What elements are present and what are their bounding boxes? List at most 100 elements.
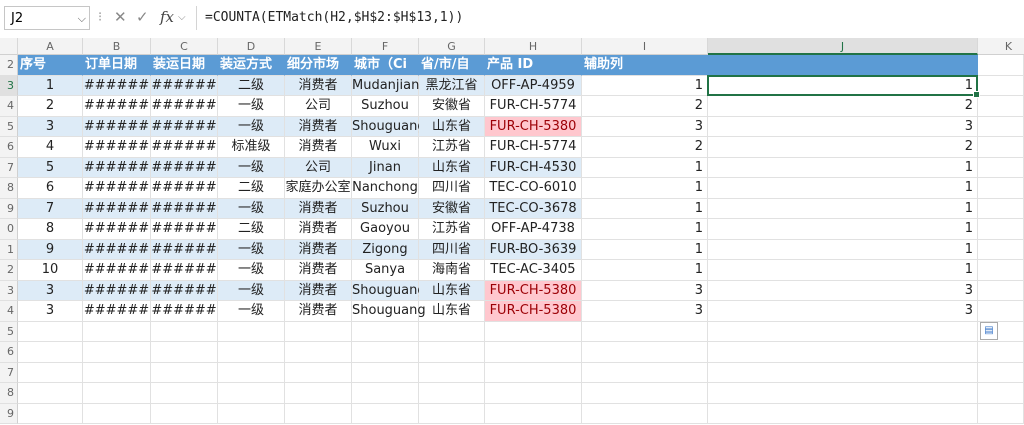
table-cell[interactable]: ###### (151, 198, 218, 219)
row-header[interactable]: 5 (0, 321, 18, 342)
cell[interactable] (218, 383, 285, 404)
table-cell[interactable]: 1 (582, 178, 708, 199)
table-cell[interactable]: 1 (708, 75, 978, 96)
cell[interactable] (978, 137, 1024, 158)
cell[interactable] (978, 96, 1024, 117)
table-cell[interactable]: ###### (151, 260, 218, 281)
cell[interactable] (582, 403, 708, 424)
cell[interactable] (218, 342, 285, 363)
table-cell[interactable]: ###### (83, 116, 151, 137)
table-cell[interactable]: 3 (18, 280, 83, 301)
cell[interactable] (352, 362, 419, 383)
table-cell[interactable]: Shouguang (352, 280, 426, 301)
cell[interactable] (978, 301, 1024, 322)
cell[interactable] (708, 383, 978, 404)
cell[interactable] (151, 342, 218, 363)
table-cell[interactable]: 1 (582, 239, 708, 260)
column-header-i[interactable]: I (582, 38, 708, 55)
table-cell[interactable]: 8 (18, 219, 83, 240)
row-header[interactable]: 6 (0, 342, 18, 363)
cell[interactable] (485, 362, 582, 383)
cell[interactable] (978, 342, 1024, 363)
table-cell[interactable]: 公司 (285, 96, 352, 117)
cell[interactable] (582, 321, 708, 342)
table-cell[interactable]: 1 (708, 157, 978, 178)
table-cell[interactable]: 一级 (218, 157, 285, 178)
table-cell[interactable]: 3 (708, 280, 978, 301)
table-cell[interactable]: ###### (83, 137, 151, 158)
cell[interactable] (352, 403, 419, 424)
table-cell[interactable]: FUR-CH-5774 (485, 96, 582, 117)
row-header[interactable]: 1 (0, 239, 18, 260)
cell[interactable] (352, 342, 419, 363)
table-cell[interactable]: 1 (708, 219, 978, 240)
table-cell[interactable]: 家庭办公室 (285, 178, 352, 199)
insert-function-icon[interactable]: fx (160, 8, 174, 26)
table-cell[interactable]: 黑龙江省 (419, 75, 485, 96)
table-cell[interactable]: ###### (151, 280, 218, 301)
table-cell[interactable]: ###### (83, 75, 151, 96)
table-cell[interactable]: ###### (151, 116, 218, 137)
table-cell[interactable]: ###### (83, 301, 151, 322)
header-cell[interactable]: 装运方式 (218, 55, 285, 76)
table-cell[interactable]: 安徽省 (419, 198, 485, 219)
header-cell[interactable] (708, 55, 978, 76)
row-header[interactable]: 9 (0, 403, 18, 424)
cell[interactable] (708, 321, 978, 342)
cell[interactable] (978, 178, 1024, 199)
cell[interactable] (708, 362, 978, 383)
table-cell[interactable]: OFF-AP-4738 (485, 219, 582, 240)
row-header[interactable]: 7 (0, 157, 18, 178)
table-cell[interactable]: 1 (582, 157, 708, 178)
table-cell[interactable]: ###### (83, 280, 151, 301)
paste-options-icon[interactable]: ▤ (980, 322, 998, 340)
table-cell[interactable]: 7 (18, 198, 83, 219)
table-cell[interactable]: 山东省 (419, 301, 485, 322)
cell[interactable] (18, 403, 83, 424)
table-cell[interactable]: 一级 (218, 260, 285, 281)
cell[interactable] (419, 342, 485, 363)
cell[interactable] (419, 362, 485, 383)
table-cell[interactable]: 消费者 (285, 198, 352, 219)
table-cell[interactable]: 消费者 (285, 239, 352, 260)
table-cell[interactable]: 一级 (218, 116, 285, 137)
table-cell[interactable]: 二级 (218, 75, 285, 96)
header-cell[interactable]: 装运日期 (151, 55, 218, 76)
cell[interactable] (285, 403, 352, 424)
table-cell[interactable]: ###### (151, 96, 218, 117)
table-cell[interactable]: FUR-CH-5774 (485, 137, 582, 158)
name-box[interactable]: J2 ⌵ (4, 6, 90, 30)
cell[interactable] (485, 342, 582, 363)
table-cell[interactable]: Sanya (352, 260, 419, 281)
header-cell[interactable]: 省/市/自 (419, 55, 485, 76)
cell[interactable] (83, 342, 151, 363)
table-cell[interactable]: 山东省 (419, 157, 485, 178)
table-cell[interactable]: 6 (18, 178, 83, 199)
cell[interactable] (285, 342, 352, 363)
row-header[interactable]: 6 (0, 137, 18, 158)
table-cell[interactable]: ###### (83, 239, 151, 260)
header-cell[interactable]: 辅助列 (582, 55, 708, 76)
cell[interactable] (978, 383, 1024, 404)
header-cell[interactable]: 产品 ID (485, 55, 582, 76)
cell[interactable] (352, 321, 419, 342)
table-cell[interactable]: FUR-CH-4530 (485, 157, 582, 178)
cell[interactable] (978, 403, 1024, 424)
cell[interactable] (419, 403, 485, 424)
chevron-down-icon[interactable]: ⌵ (178, 12, 186, 23)
column-header-g[interactable]: G (419, 38, 485, 55)
table-cell[interactable]: FUR-CH-5380 (485, 280, 582, 301)
table-cell[interactable]: 1 (708, 239, 978, 260)
cell[interactable] (582, 383, 708, 404)
cell[interactable] (419, 321, 485, 342)
confirm-icon[interactable]: ✓ (136, 8, 149, 26)
cell[interactable] (978, 219, 1024, 240)
cell[interactable] (83, 403, 151, 424)
column-header-f[interactable]: F (352, 38, 419, 55)
table-cell[interactable]: 消费者 (285, 137, 352, 158)
table-cell[interactable]: Suzhou (352, 96, 419, 117)
cell[interactable] (151, 362, 218, 383)
row-header[interactable]: 5 (0, 116, 18, 137)
cell[interactable] (978, 260, 1024, 281)
table-cell[interactable]: 消费者 (285, 219, 352, 240)
